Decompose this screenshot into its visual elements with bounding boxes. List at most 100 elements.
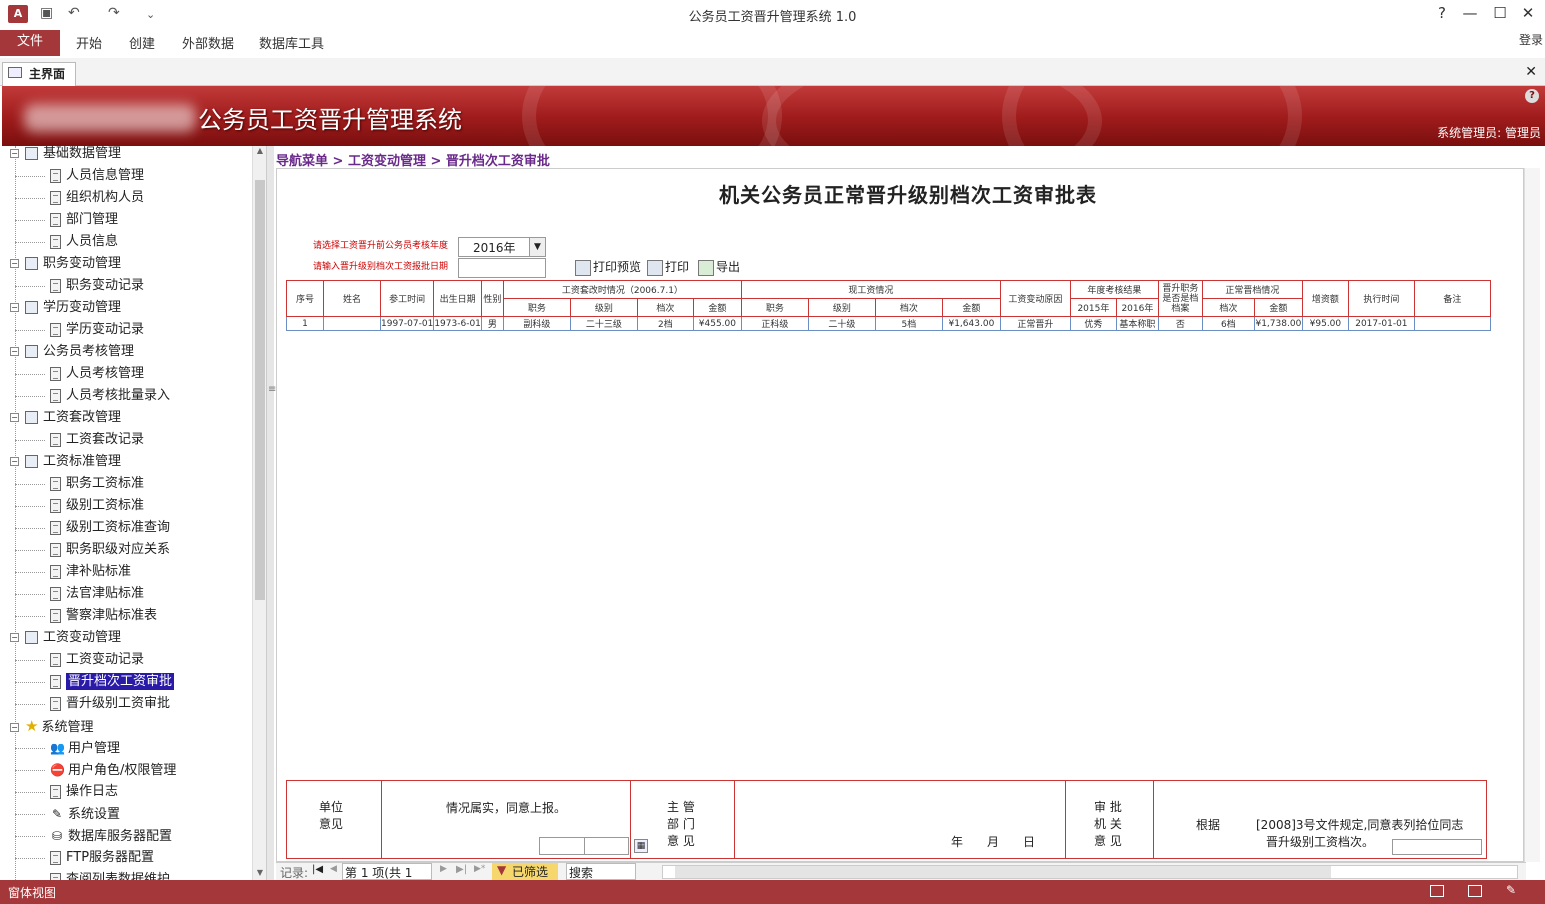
nav-item[interactable]: 人员考核批量录入 — [50, 385, 170, 407]
nav-group[interactable]: − 工资变动管理 — [10, 627, 121, 649]
chevron-down-icon[interactable]: ▼ — [529, 238, 545, 256]
cell-current-amount[interactable]: ¥1,643.00 — [941, 316, 1001, 331]
form-view-icon[interactable] — [1430, 885, 1444, 897]
nav-item[interactable]: 职务职级对应关系 — [50, 539, 170, 561]
tab-database-tools[interactable]: 数据库工具 — [259, 33, 324, 52]
tab-home[interactable]: 开始 — [76, 33, 102, 52]
h-scroll-thumb[interactable] — [675, 866, 1331, 878]
help-icon[interactable]: ? — [1525, 89, 1539, 103]
design-view-icon[interactable]: ✎ — [1506, 883, 1516, 897]
horizontal-scrollbar[interactable] — [662, 865, 1518, 879]
unit-opinion-text[interactable]: 情况属实，同意上报。 — [446, 799, 566, 816]
unit-date-input[interactable] — [539, 837, 629, 855]
cell-reform-grade[interactable]: 2档 — [636, 316, 694, 331]
export-button[interactable]: 导出 — [698, 258, 740, 276]
cell-reform-post[interactable]: 副科级 — [502, 316, 571, 331]
close-object-icon[interactable]: ✕ — [1525, 64, 1537, 80]
print-preview-button[interactable]: 打印预览 — [575, 258, 641, 276]
collapse-toggle-icon[interactable]: − — [10, 303, 19, 312]
nav-scroll-thumb[interactable] — [255, 180, 265, 600]
maximize-button[interactable]: ☐ — [1486, 4, 1514, 22]
cell-reform-level[interactable]: 二十三级 — [569, 316, 638, 331]
table-row[interactable]: 1 1997-07-01 1973-6-01 男 副科级 二十三级 2档 ¥45… — [286, 316, 1491, 331]
collapse-toggle-icon[interactable]: − — [10, 633, 19, 642]
prev-record-icon[interactable]: ◀ — [330, 864, 337, 874]
nav-item[interactable]: 职务工资标准 — [50, 473, 144, 495]
cell-normal-amount[interactable]: ¥1,738.00 — [1253, 316, 1303, 331]
cell-sex[interactable]: 男 — [480, 316, 504, 331]
cell-exec[interactable]: 2017-01-01 — [1347, 316, 1415, 331]
form-scrollbar[interactable] — [1524, 168, 1540, 862]
nav-item[interactable]: 人员信息管理 — [50, 165, 144, 187]
nav-item[interactable]: 查阅列表数据维护 — [50, 869, 170, 880]
tab-create[interactable]: 创建 — [129, 33, 155, 52]
nav-group[interactable]: − 工资标准管理 — [10, 451, 121, 473]
nav-item[interactable]: 工资套改记录 — [50, 429, 144, 451]
nav-item[interactable]: 警察津贴标准表 — [50, 605, 157, 627]
nav-item[interactable]: 法官津贴标准 — [50, 583, 144, 605]
nav-group[interactable]: − ★ 系统管理 — [10, 715, 93, 737]
close-button[interactable]: ✕ — [1514, 4, 1542, 22]
datasheet-view-icon[interactable] — [1468, 885, 1482, 897]
unit-opinion-cell[interactable]: 情况属实，同意上报。 ▦ — [381, 780, 648, 859]
nav-scrollbar[interactable]: ▲ ▼ — [252, 146, 266, 880]
approval-date-input[interactable] — [1392, 839, 1482, 855]
cell-birth[interactable]: 1973-6-01 — [433, 316, 482, 331]
cell-note[interactable] — [1413, 316, 1491, 331]
collapse-toggle-icon[interactable]: − — [10, 259, 19, 268]
collapse-toggle-icon[interactable]: − — [10, 723, 19, 732]
minimize-button[interactable]: — — [1456, 4, 1484, 22]
collapse-toggle-icon[interactable]: − — [10, 457, 19, 466]
breadcrumb[interactable]: 导航菜单 > 工资变动管理 > 晋升档次工资审批 — [276, 150, 550, 169]
first-record-icon[interactable]: |◀ — [312, 864, 323, 875]
cell-increase[interactable]: ¥95.00 — [1301, 316, 1349, 331]
nav-item[interactable]: ⛁ 数据库服务器配置 — [50, 825, 172, 847]
dept-opinion-cell[interactable]: 年 月 日 — [734, 780, 1066, 859]
nav-item[interactable]: 人员考核管理 — [50, 363, 144, 385]
cell-join[interactable]: 1997-07-01 — [379, 316, 435, 331]
cell-name[interactable] — [323, 316, 381, 331]
nav-item[interactable]: 操作日志 — [50, 781, 118, 803]
scroll-up-icon[interactable]: ▲ — [253, 146, 267, 155]
nav-item[interactable]: 部门管理 — [50, 209, 118, 231]
collapse-toggle-icon[interactable]: − — [10, 347, 19, 356]
nav-item[interactable]: ✎ 系统设置 — [50, 803, 120, 825]
cell-eval-2016[interactable]: 基本称职 — [1115, 316, 1159, 331]
file-tab[interactable]: 文件 — [0, 30, 60, 56]
collapse-toggle-icon[interactable]: − — [10, 413, 19, 422]
nav-group[interactable]: − 基础数据管理 — [10, 146, 121, 165]
nav-splitter[interactable]: ≡ — [266, 146, 276, 880]
nav-item[interactable]: 👥 用户管理 — [50, 737, 120, 759]
collapse-toggle-icon[interactable]: − — [10, 149, 19, 158]
year-select[interactable]: 2016年 ▼ — [458, 237, 546, 257]
login-link[interactable]: 登录 — [1519, 31, 1543, 48]
approval-opinion-cell[interactable]: 根据 [2008]3号文件规定,同意表列拾位同志 晋升级别工资档次。 — [1153, 780, 1487, 859]
search-input[interactable]: 搜索 — [566, 863, 636, 880]
cell-reform-amount[interactable]: ¥455.00 — [692, 316, 742, 331]
nav-item[interactable]: 级别工资标准 — [50, 495, 144, 517]
filter-toggle[interactable]: ▼ 已筛选 — [492, 863, 558, 880]
cell-current-grade[interactable]: 5档 — [874, 316, 943, 331]
nav-item[interactable]: 组织机构人员 — [50, 187, 144, 209]
last-record-icon[interactable]: ▶| — [456, 864, 467, 875]
nav-item[interactable]: 津补贴标准 — [50, 561, 131, 583]
nav-group[interactable]: − 公务员考核管理 — [10, 341, 134, 363]
nav-item[interactable]: 级别工资标准查询 — [50, 517, 170, 539]
nav-group[interactable]: − 职务变动管理 — [10, 253, 121, 275]
help-icon[interactable]: ? — [1428, 4, 1456, 22]
nav-group[interactable]: − 学历变动管理 — [10, 297, 121, 319]
cell-seq[interactable]: 1 — [286, 316, 324, 331]
nav-item[interactable]: 晋升档次工资审批 — [50, 671, 176, 693]
nav-item[interactable]: 学历变动记录 — [50, 319, 144, 341]
nav-item[interactable]: 职务变动记录 — [50, 275, 144, 297]
cell-eval-2015[interactable]: 优秀 — [1069, 316, 1117, 331]
cell-current-level[interactable]: 二十级 — [807, 316, 876, 331]
record-position-input[interactable]: 第 1 项(共 1 项) — [342, 863, 432, 897]
cell-promo[interactable]: 否 — [1157, 316, 1203, 331]
cell-current-post[interactable]: 正科级 — [740, 316, 809, 331]
nav-item[interactable]: 人员信息 — [50, 231, 118, 253]
print-button[interactable]: 打印 — [647, 258, 689, 276]
nav-group[interactable]: − 工资套改管理 — [10, 407, 121, 429]
new-record-icon[interactable]: ▶* — [474, 864, 485, 874]
nav-item[interactable]: 晋升级别工资审批 — [50, 693, 170, 715]
